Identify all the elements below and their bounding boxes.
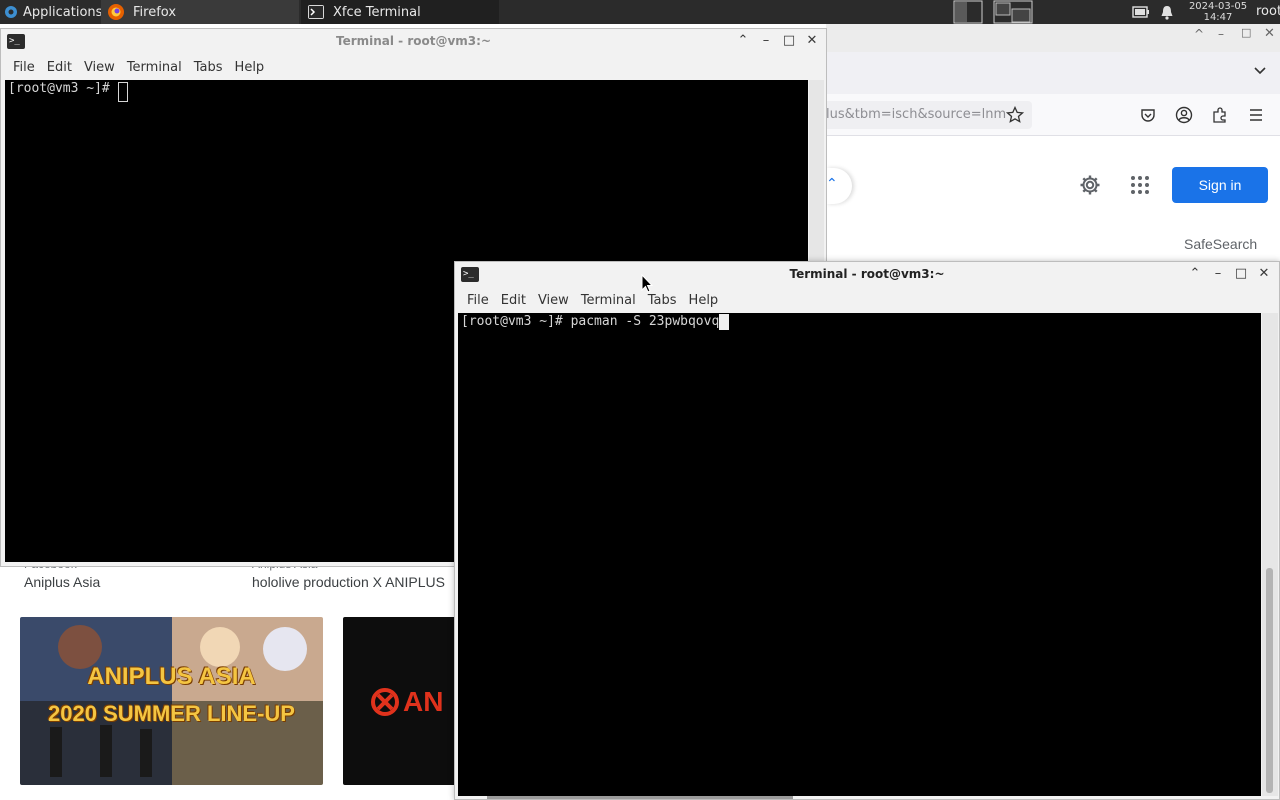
mouse-pointer-icon (641, 274, 653, 293)
menu-help[interactable]: Help (683, 293, 725, 308)
firefox-maximize-button[interactable]: □ (1241, 26, 1251, 39)
terminal-back-menubar: File Edit View Terminal Tabs Help (1, 55, 826, 80)
extensions-icon[interactable] (1208, 103, 1232, 127)
terminal-front-scrollbar-thumb[interactable] (1266, 568, 1273, 793)
taskbar-firefox[interactable]: Firefox (101, 0, 299, 24)
terminal-back-close-button[interactable]: ✕ (804, 33, 820, 49)
menu-file[interactable]: File (7, 60, 41, 75)
result-thumbnail-aniplus-lineup[interactable]: ANIPLUS ASIA 2020 SUMMER LINE-UP (20, 617, 323, 785)
firefox-tabbar (826, 52, 1280, 94)
menu-tabs[interactable]: Tabs (188, 60, 229, 75)
result-1-source[interactable]: Aniplus Asia (24, 574, 100, 590)
aniplus-logo-icon (371, 688, 399, 716)
firefox-minimize-button[interactable]: ^ (1194, 27, 1204, 41)
result-2-source[interactable]: hololive production X ANIPLUS (252, 574, 445, 590)
terminal-back-titlebar[interactable]: >_ Terminal - root@vm3:~ ⌃ – □ ✕ (1, 29, 826, 55)
terminal-back-maximize-button[interactable]: □ (781, 33, 797, 49)
terminal-back-title: Terminal - root@vm3:~ (335, 34, 492, 48)
hamburger-menu-icon[interactable] (1244, 103, 1268, 127)
terminal-icon (308, 5, 324, 19)
settings-gear-icon[interactable] (1078, 173, 1102, 201)
firefox-close-button[interactable]: ✕ (1264, 26, 1275, 41)
terminal-back-minimize-button[interactable]: – (758, 33, 774, 49)
panel-user[interactable]: root (1256, 4, 1280, 19)
terminal-front-titlebar[interactable]: >_ Terminal - root@vm3:~ ⌃ – □ ✕ (455, 262, 1279, 288)
workspace-1[interactable] (952, 0, 984, 24)
terminal-back-prompt: [root@vm3 ~]# (8, 81, 118, 96)
menu-terminal[interactable]: Terminal (121, 60, 188, 75)
battery-icon[interactable] (1132, 6, 1150, 18)
firefox-icon (108, 4, 124, 20)
terminal-front-screen[interactable]: [root@vm3 ~]# pacman -S 23pwbqovq (458, 313, 1261, 796)
firefox-iconify-button[interactable]: – (1218, 27, 1224, 41)
menu-tabs[interactable]: Tabs (642, 293, 683, 308)
firefox-titlebar: ^ – □ ✕ (826, 24, 1280, 52)
terminal-front-cursor (719, 314, 730, 330)
clock-time: 14:47 (1203, 12, 1233, 23)
taskbar-terminal[interactable]: Xfce Terminal (301, 0, 499, 24)
terminal-front-prompt: [root@vm3 ~]# (461, 314, 571, 329)
terminal-window-front[interactable]: >_ Terminal - root@vm3:~ ⌃ – □ ✕ File Ed… (454, 261, 1280, 800)
account-icon[interactable] (1172, 103, 1196, 127)
menu-terminal[interactable]: Terminal (575, 293, 642, 308)
url-bar[interactable]: lus&tbm=isch&source=lnm (822, 101, 1032, 129)
menu-help[interactable]: Help (229, 60, 271, 75)
workspace-2[interactable] (993, 0, 1033, 24)
result-thumbnail-aniplus-logo[interactable]: AN (343, 617, 463, 785)
terminal-front-minimize-button[interactable]: – (1210, 266, 1226, 282)
terminal-back-cursor (117, 82, 128, 102)
terminal-back-shade-button[interactable]: ⌃ (735, 33, 751, 49)
clock[interactable]: 2024-03-05 14:47 (1185, 0, 1251, 24)
menu-edit[interactable]: Edit (41, 60, 78, 75)
google-apps-grid-icon[interactable] (1130, 175, 1150, 199)
thumb1-line2: 2020 SUMMER LINE-UP (48, 701, 295, 726)
terminal-front-hscroll[interactable] (487, 796, 793, 799)
terminal-front-close-button[interactable]: ✕ (1256, 266, 1272, 282)
menu-file[interactable]: File (461, 293, 495, 308)
pocket-icon[interactable] (1136, 103, 1160, 127)
clock-date: 2024-03-05 (1188, 1, 1248, 12)
taskbar-firefox-label: Firefox (133, 4, 177, 20)
terminal-front-menubar: File Edit View Terminal Tabs Help (455, 288, 1279, 313)
terminal-front-shade-button[interactable]: ⌃ (1187, 266, 1203, 282)
terminal-front-command: pacman -S 23pwbqovq (570, 314, 720, 329)
sign-in-button[interactable]: Sign in (1172, 167, 1268, 203)
terminal-front-title: Terminal - root@vm3:~ (789, 267, 945, 281)
terminal-front-maximize-button[interactable]: □ (1233, 266, 1249, 282)
tab-list-chevron-down-icon[interactable] (1253, 66, 1267, 76)
safesearch-link[interactable]: SafeSearch (1184, 236, 1257, 252)
xfce-logo-icon (5, 6, 17, 18)
thumb1-line1: ANIPLUS ASIA (87, 663, 256, 690)
bookmark-star-icon[interactable] (1003, 103, 1027, 127)
applications-label: Applications (23, 4, 103, 20)
notification-bell-icon[interactable] (1160, 5, 1174, 20)
top-panel: Applications ⋮ Firefox Xfce Terminal 202… (0, 0, 1280, 24)
menu-edit[interactable]: Edit (495, 293, 532, 308)
menu-view[interactable]: View (532, 293, 575, 308)
terminal-front-scrollbar[interactable] (1262, 313, 1278, 796)
thumb2-logo-text: AN (403, 686, 444, 717)
taskbar-terminal-label: Xfce Terminal (333, 4, 421, 20)
search-box-edge[interactable]: ⌃ (826, 168, 852, 204)
menu-view[interactable]: View (78, 60, 121, 75)
applications-menu[interactable]: Applications (0, 0, 102, 24)
search-lens-icon: ⌃ (826, 176, 838, 192)
